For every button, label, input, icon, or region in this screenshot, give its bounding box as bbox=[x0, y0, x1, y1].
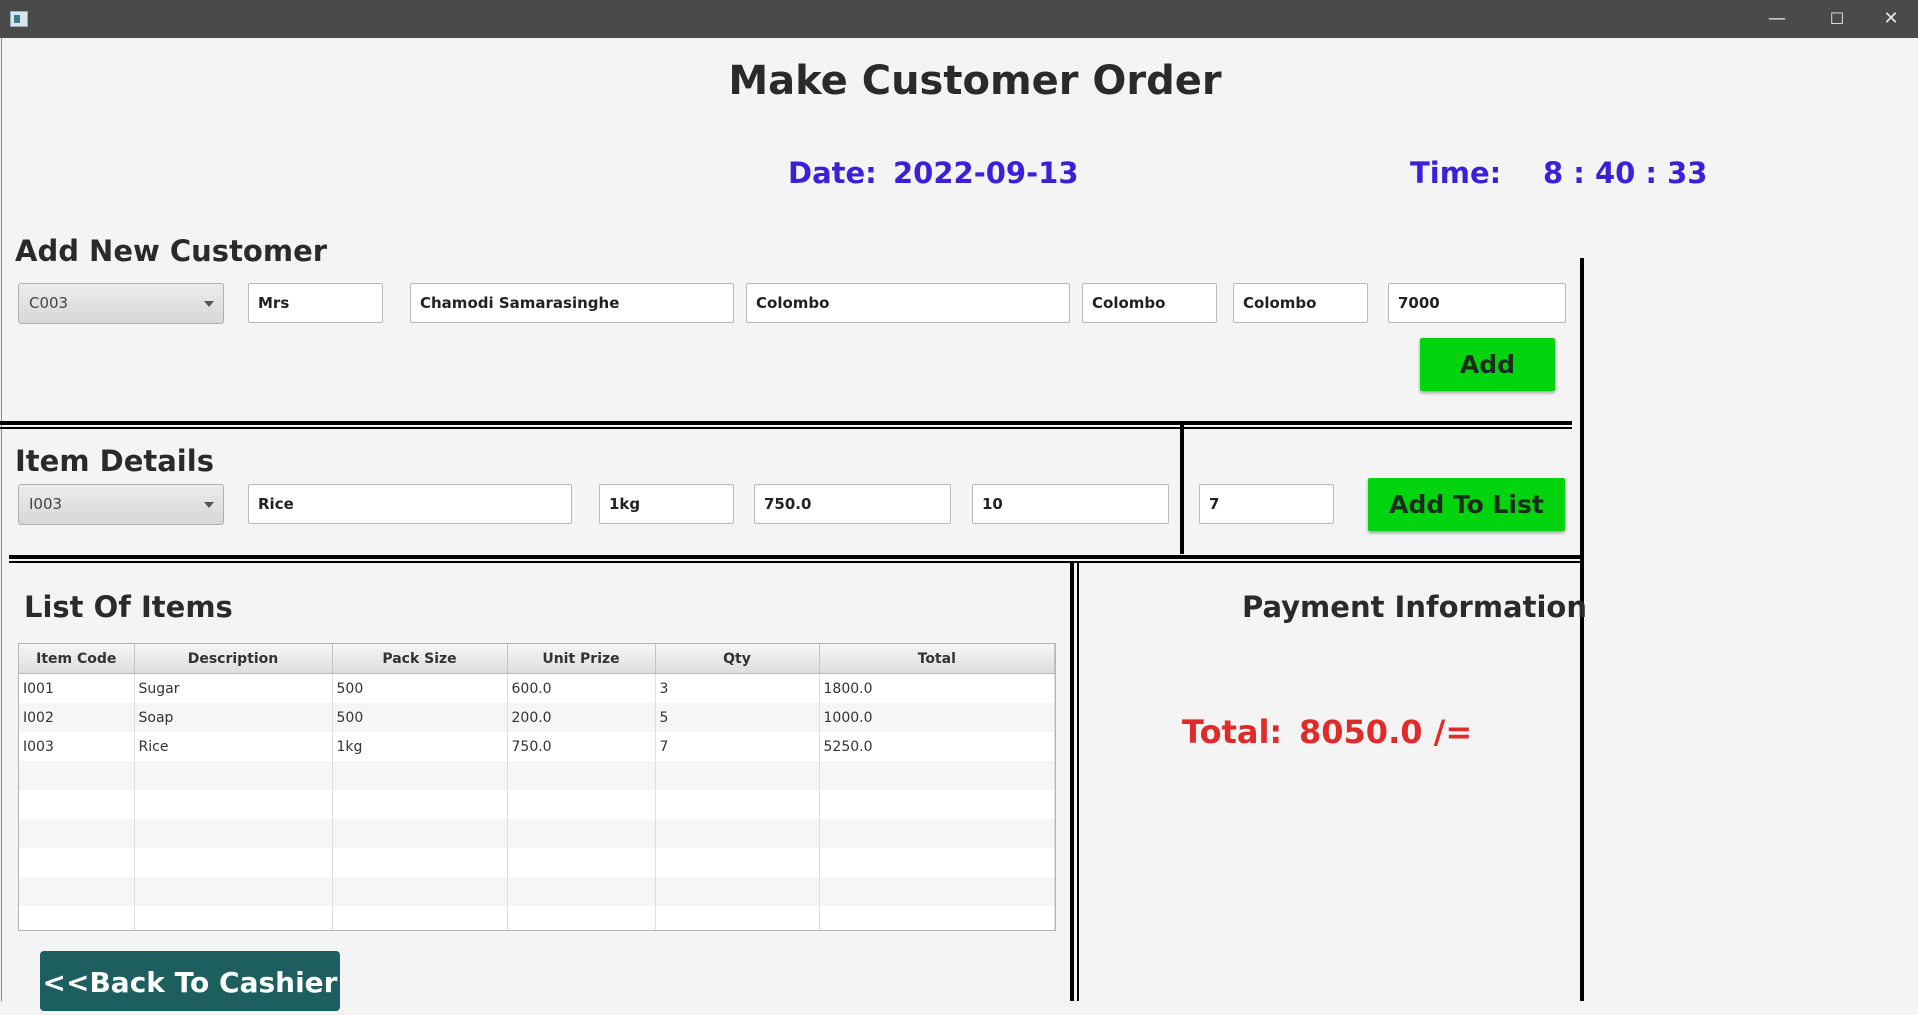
customer-id-combobox[interactable]: C003 bbox=[18, 283, 224, 324]
table-cell: 200.0 bbox=[507, 703, 656, 732]
customer-id-selected: C003 bbox=[29, 294, 69, 312]
table-cell: 500 bbox=[332, 673, 508, 703]
table-row[interactable]: I002 Soap 500 200.0 5 1000.0 bbox=[19, 703, 1055, 732]
total-value: 8050.0 /= bbox=[1299, 713, 1473, 751]
add-customer-button[interactable]: Add bbox=[1420, 338, 1555, 391]
table-empty-row bbox=[19, 877, 1055, 906]
items-table[interactable]: Item Code Description Pack Size Unit Pri… bbox=[18, 643, 1056, 931]
add-to-list-button[interactable]: Add To List bbox=[1368, 478, 1565, 531]
column-header[interactable]: Pack Size bbox=[332, 644, 508, 674]
payment-heading: Payment Information bbox=[1242, 590, 1587, 624]
column-header[interactable]: Item Code bbox=[19, 644, 135, 674]
item-qty-field[interactable]: 7 bbox=[1199, 484, 1334, 524]
right-divider bbox=[1580, 258, 1584, 1001]
table-row[interactable]: I003 Rice 1kg 750.0 7 5250.0 bbox=[19, 732, 1055, 761]
item-description-field[interactable]: Rice bbox=[248, 484, 572, 524]
table-cell: I003 bbox=[19, 732, 135, 761]
table-cell: 3 bbox=[655, 673, 820, 703]
chevron-down-icon bbox=[204, 502, 214, 508]
table-cell: 7 bbox=[655, 732, 820, 761]
list-heading: List Of Items bbox=[24, 590, 233, 624]
table-empty-row bbox=[19, 848, 1055, 877]
close-icon[interactable]: ✕ bbox=[1862, 0, 1918, 38]
table-empty-row bbox=[19, 906, 1055, 930]
table-cell: I002 bbox=[19, 703, 135, 732]
table-cell: 500 bbox=[332, 703, 508, 732]
total-label: Total: bbox=[1182, 713, 1283, 751]
table-cell: 1800.0 bbox=[819, 673, 1055, 703]
table-empty-row bbox=[19, 761, 1055, 790]
table-cell: 1000.0 bbox=[819, 703, 1055, 732]
customer-postal-code-field[interactable]: 7000 bbox=[1388, 283, 1566, 323]
table-row[interactable]: I001 Sugar 500 600.0 3 1800.0 bbox=[19, 673, 1055, 703]
list-payment-divider bbox=[1070, 563, 1074, 1001]
divider-items-list bbox=[9, 555, 1583, 559]
divider-customer-items-2 bbox=[0, 427, 1572, 429]
column-header[interactable]: Description bbox=[134, 644, 333, 674]
time-value: 8 : 40 : 33 bbox=[1543, 156, 1708, 190]
item-pack-size-field[interactable]: 1kg bbox=[599, 484, 734, 524]
table-header-row: Item Code Description Pack Size Unit Pri… bbox=[19, 644, 1055, 674]
table-cell: Soap bbox=[134, 703, 333, 732]
item-details-heading: Item Details bbox=[15, 444, 214, 478]
item-qty-divider bbox=[1180, 424, 1184, 554]
table-cell: I001 bbox=[19, 673, 135, 703]
table-cell: Rice bbox=[134, 732, 333, 761]
chevron-down-icon bbox=[204, 301, 214, 307]
date-value: 2022-09-13 bbox=[893, 156, 1079, 190]
list-payment-divider-2 bbox=[1077, 563, 1079, 1001]
customer-province-field[interactable]: Colombo bbox=[1233, 283, 1368, 323]
table-empty-row bbox=[19, 790, 1055, 819]
table-cell: 600.0 bbox=[507, 673, 656, 703]
maximize-icon[interactable]: ☐ bbox=[1808, 0, 1866, 38]
customer-city-field[interactable]: Colombo bbox=[1082, 283, 1217, 323]
app-icon bbox=[10, 11, 28, 27]
item-unit-price-field[interactable]: 750.0 bbox=[754, 484, 951, 524]
date-label: Date: bbox=[788, 156, 877, 190]
time-label: Time: bbox=[1410, 156, 1502, 190]
customer-name-field[interactable]: Chamodi Samarasinghe bbox=[410, 283, 734, 323]
divider-customer-items bbox=[0, 421, 1572, 425]
table-cell: Sugar bbox=[134, 673, 333, 703]
back-to-cashier-button[interactable]: <<Back To Cashier bbox=[40, 951, 340, 1011]
column-header[interactable]: Qty bbox=[655, 644, 820, 674]
item-code-selected: I003 bbox=[29, 495, 63, 513]
item-qty-on-hand-field[interactable]: 10 bbox=[972, 484, 1169, 524]
customer-title-field[interactable]: Mrs bbox=[248, 283, 383, 323]
table-cell: 5 bbox=[655, 703, 820, 732]
window-titlebar: — ☐ ✕ bbox=[0, 0, 1918, 38]
page-title: Make Customer Order bbox=[728, 58, 1222, 104]
customer-address-field[interactable]: Colombo bbox=[746, 283, 1070, 323]
table-cell: 750.0 bbox=[507, 732, 656, 761]
column-header[interactable]: Total bbox=[819, 644, 1055, 674]
table-cell: 5250.0 bbox=[819, 732, 1055, 761]
minimize-icon[interactable]: — bbox=[1748, 0, 1806, 38]
column-header[interactable]: Unit Prize bbox=[507, 644, 656, 674]
table-empty-row bbox=[19, 819, 1055, 848]
add-customer-heading: Add New Customer bbox=[15, 234, 328, 268]
divider-items-list-2 bbox=[9, 561, 1583, 563]
item-code-combobox[interactable]: I003 bbox=[18, 484, 224, 525]
table-cell: 1kg bbox=[332, 732, 508, 761]
